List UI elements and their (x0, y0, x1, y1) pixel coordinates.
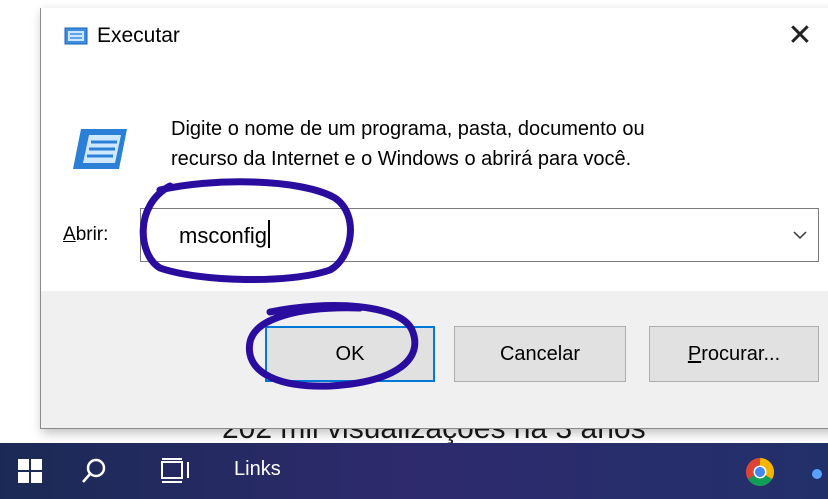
open-label: Abrir: (63, 224, 109, 245)
close-button[interactable]: ✕ (776, 12, 824, 60)
search-icon[interactable] (80, 457, 108, 485)
chevron-down-icon[interactable] (792, 227, 808, 243)
description-line: Digite o nome de um programa, pasta, doc… (171, 118, 645, 140)
run-dialog: Executar ✕ Digite o nome de um programa,… (40, 8, 828, 429)
dialog-titlebar[interactable]: Executar ✕ (41, 8, 828, 64)
taskbar-links-label[interactable]: Links (234, 458, 281, 481)
taskbar-app-icon-partial[interactable] (812, 469, 822, 479)
cancel-button[interactable]: Cancelar (454, 326, 626, 382)
task-view-icon[interactable] (160, 457, 194, 485)
windows-start-icon[interactable] (18, 459, 42, 483)
dialog-title: Executar (97, 24, 180, 47)
open-input[interactable]: msconfig (179, 220, 271, 249)
dialog-description: Digite o nome de um programa, pasta, doc… (171, 114, 771, 174)
run-program-icon (73, 129, 127, 169)
ok-button[interactable]: OK (265, 326, 435, 382)
browse-button[interactable]: Procurar... (649, 326, 819, 382)
open-combobox[interactable]: msconfig (140, 208, 819, 262)
run-icon (64, 27, 88, 45)
close-icon: ✕ (787, 19, 813, 52)
text-caret (268, 220, 271, 248)
chrome-icon[interactable] (745, 457, 775, 487)
taskbar: Links (0, 443, 828, 499)
description-line: recurso da Internet e o Windows o abrirá… (171, 148, 632, 170)
